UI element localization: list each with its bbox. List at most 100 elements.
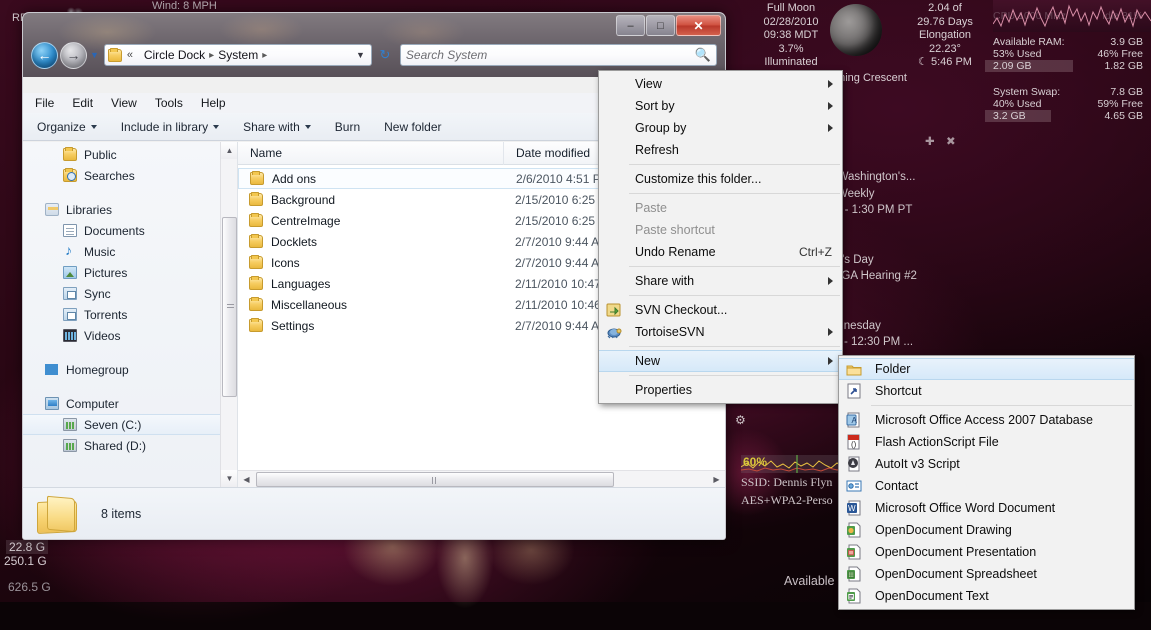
submenu-item-access-database[interactable]: A Microsoft Office Access 2007 Database xyxy=(839,409,1134,431)
menu-item-svn-checkout[interactable]: SVN Checkout... xyxy=(599,299,842,321)
sidebar-item-computer[interactable]: Computer xyxy=(23,393,237,414)
window-controls[interactable]: – □ ✕ xyxy=(615,15,721,36)
sidebar-item-seven-c[interactable]: Seven (C:) xyxy=(23,414,237,435)
swap-used-pct: 40% Used xyxy=(993,98,1041,110)
menu-item-view[interactable]: View xyxy=(599,73,842,95)
submenu-item-odf-drawing[interactable]: OpenDocument Drawing xyxy=(839,519,1134,541)
address-bar[interactable]: ← → ▼ « Circle Dock ▸ System ▸ ▼ ↻ Searc… xyxy=(23,39,725,71)
sidebar-item-homegroup[interactable]: Homegroup xyxy=(23,359,237,380)
sidebar-item-videos[interactable]: Videos xyxy=(23,325,237,346)
submenu-item-label: AutoIt v3 Script xyxy=(875,457,960,471)
menu-edit[interactable]: Edit xyxy=(72,96,93,110)
refresh-button[interactable]: ↻ xyxy=(374,44,396,66)
disk-space-gadget[interactable]: 22.8 G 250.1 G 626.5 G xyxy=(0,540,230,602)
submenu-item-shortcut[interactable]: Shortcut xyxy=(839,380,1134,402)
submenu-item-word-document[interactable]: W Microsoft Office Word Document xyxy=(839,497,1134,519)
menu-item-refresh[interactable]: Refresh xyxy=(599,139,842,161)
navigation-scrollbar[interactable]: ▲ ▼ xyxy=(220,142,237,487)
move-icon[interactable]: ✚ xyxy=(925,134,936,145)
sidebar-item-label: Libraries xyxy=(66,203,112,217)
submenu-item-odf-text[interactable]: OpenDocument Text xyxy=(839,585,1134,607)
column-header-name[interactable]: Name xyxy=(238,142,503,165)
sidebar-item-shared-d[interactable]: Shared (D:) xyxy=(23,435,237,456)
menu-item-sort-by[interactable]: Sort by xyxy=(599,95,842,117)
include-in-library-button[interactable]: Include in library xyxy=(121,120,219,134)
menu-item-group-by[interactable]: Group by xyxy=(599,117,842,139)
sidebar-item-pictures[interactable]: Pictures xyxy=(23,262,237,283)
moon-date: 02/28/2010 xyxy=(746,16,836,30)
sidebar-spacer xyxy=(23,346,237,359)
menu-separator xyxy=(629,375,840,376)
folder-icon xyxy=(249,214,263,227)
menu-item-new[interactable]: New xyxy=(599,350,842,372)
scroll-up-arrow-icon[interactable]: ▲ xyxy=(221,142,237,159)
search-icon[interactable]: 🔍 xyxy=(695,47,711,63)
sidebar-item-searches[interactable]: Searches xyxy=(23,165,237,186)
document-icon xyxy=(63,224,77,237)
submenu-item-folder[interactable]: Folder xyxy=(839,358,1134,380)
close-gadget-icon[interactable]: ✖ xyxy=(946,134,957,145)
context-menu[interactable]: View Sort by Group by Refresh Customize … xyxy=(598,70,843,404)
menu-item-label: Sort by xyxy=(635,99,675,113)
sidebar-item-label: Searches xyxy=(84,169,135,183)
scroll-down-arrow-icon[interactable]: ▼ xyxy=(221,470,237,487)
menu-tools[interactable]: Tools xyxy=(155,96,183,110)
menu-item-label: Properties xyxy=(635,383,692,397)
breadcrumb-circle-dock[interactable]: Circle Dock xyxy=(144,48,205,62)
menu-help[interactable]: Help xyxy=(201,96,226,110)
path-dropdown-icon[interactable]: ▼ xyxy=(356,50,368,60)
menu-file[interactable]: File xyxy=(35,96,54,110)
history-dropdown-icon[interactable]: ▼ xyxy=(90,50,99,60)
folder-icon xyxy=(63,148,77,161)
menu-item-customize-folder[interactable]: Customize this folder... xyxy=(599,168,842,190)
menu-item-properties[interactable]: Properties xyxy=(599,379,842,401)
new-folder-label: New folder xyxy=(384,120,441,134)
sidebar-item-public[interactable]: Public xyxy=(23,144,237,165)
system-monitor-gadget[interactable]: CPU 1000 MHz Idle 31% Available RAM: 3.9… xyxy=(985,0,1151,180)
menu-separator xyxy=(629,346,840,347)
sidebar-item-documents[interactable]: Documents xyxy=(23,220,237,241)
search-input[interactable]: Search System 🔍 xyxy=(400,44,717,66)
crumb-separator[interactable]: ▸ xyxy=(262,50,267,61)
organize-button[interactable]: Organize xyxy=(37,120,97,134)
submenu-item-odf-spreadsheet[interactable]: OpenDocument Spreadsheet xyxy=(839,563,1134,585)
sidebar-item-sync[interactable]: Sync xyxy=(23,283,237,304)
forward-button[interactable]: → xyxy=(60,42,87,69)
sidebar-item-music[interactable]: Music xyxy=(23,241,237,262)
menu-view[interactable]: View xyxy=(111,96,137,110)
scrollbar-thumb[interactable] xyxy=(222,217,237,397)
menu-separator xyxy=(629,295,840,296)
scroll-left-arrow-icon[interactable]: ◀ xyxy=(238,471,255,488)
sidebar-item-torrents[interactable]: Torrents xyxy=(23,304,237,325)
menu-item-share-with[interactable]: Share with xyxy=(599,270,842,292)
scroll-right-arrow-icon[interactable]: ▶ xyxy=(708,471,725,488)
breadcrumb-path[interactable]: « Circle Dock ▸ System ▸ ▼ xyxy=(104,44,372,66)
share-with-button[interactable]: Share with xyxy=(243,120,311,134)
file-name: Settings xyxy=(271,319,314,333)
submenu-item-label: OpenDocument Text xyxy=(875,589,989,603)
crumb-separator[interactable]: ▸ xyxy=(209,50,214,61)
close-button[interactable]: ✕ xyxy=(676,15,721,36)
new-folder-button[interactable]: New folder xyxy=(384,120,441,134)
submenu-item-odf-presentation[interactable]: OpenDocument Presentation xyxy=(839,541,1134,563)
submenu-item-flash-actionscript[interactable]: () Flash ActionScript File xyxy=(839,431,1134,453)
burn-button[interactable]: Burn xyxy=(335,120,360,134)
menu-item-undo-rename[interactable]: Undo Rename Ctrl+Z xyxy=(599,241,842,263)
settings-icon[interactable]: ⚙ xyxy=(735,413,746,427)
horizontal-scrollbar[interactable]: ◀ ▶ xyxy=(238,470,725,487)
submenu-arrow-icon xyxy=(828,124,833,132)
path-overflow-icon[interactable]: « xyxy=(127,49,133,61)
submenu-item-autoit-script[interactable]: AutoIt v3 Script xyxy=(839,453,1134,475)
odf-drawing-icon xyxy=(846,522,862,538)
submenu-item-contact[interactable]: Contact xyxy=(839,475,1134,497)
back-button[interactable]: ← xyxy=(31,42,58,69)
menu-item-tortoisesvn[interactable]: TortoiseSVN xyxy=(599,321,842,343)
sidebar-item-libraries[interactable]: Libraries xyxy=(23,199,237,220)
breadcrumb-system[interactable]: System xyxy=(218,48,258,62)
contact-icon xyxy=(846,478,862,494)
minimize-button[interactable]: – xyxy=(616,15,645,36)
navigation-pane[interactable]: Public Searches Libraries Documents xyxy=(23,142,237,487)
maximize-button[interactable]: □ xyxy=(646,15,675,36)
scrollbar-thumb[interactable] xyxy=(256,472,614,487)
new-submenu[interactable]: Folder Shortcut A Microsoft Office Acces… xyxy=(838,355,1135,610)
